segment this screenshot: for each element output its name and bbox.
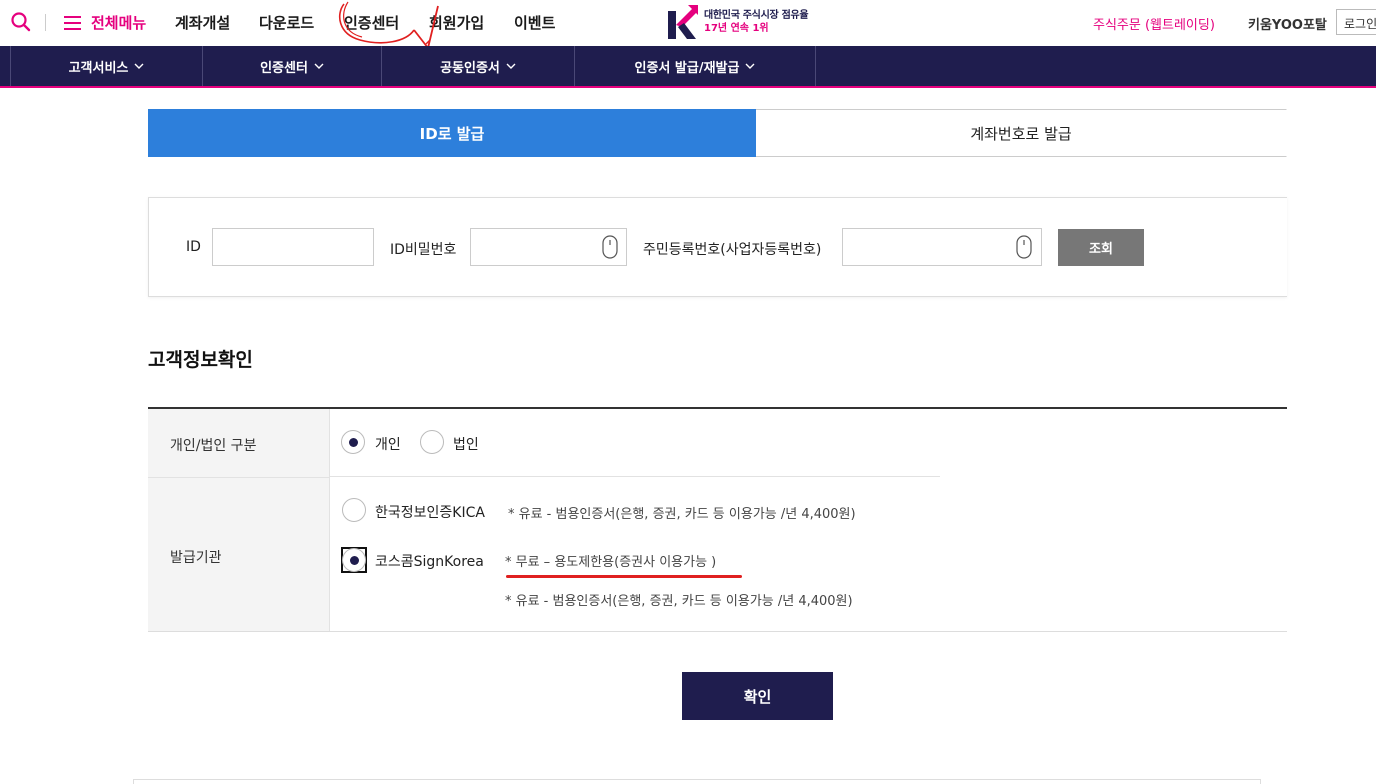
all-menu-button[interactable]: 전체메뉴: [64, 12, 146, 33]
login-button[interactable]: 로그인: [1336, 9, 1376, 35]
radio-signkorea-label[interactable]: 코스콤SignKorea: [375, 551, 484, 571]
lookup-button[interactable]: 조회: [1058, 229, 1144, 266]
top-header: 전체메뉴 계좌개설 다운로드 인증센터 회원가입 이벤트 대한민국 주식시장 점…: [0, 0, 1376, 46]
red-annotation-underline: [506, 575, 742, 578]
nav-label: 인증서 발급/재발급: [634, 60, 740, 76]
hamburger-icon: [64, 15, 81, 30]
gnb-download[interactable]: 다운로드: [259, 12, 314, 33]
nav-cert-issue[interactable]: 인증서 발급/재발급: [574, 46, 816, 86]
table-bottom-border: [148, 631, 1287, 632]
k-logo-icon: [668, 5, 698, 39]
virtual-keyboard-mouse-icon[interactable]: [1016, 235, 1032, 259]
row-header-type: 개인/법인 구분: [148, 409, 330, 477]
nav-cert-center[interactable]: 인증센터: [202, 46, 381, 86]
row-divider: [330, 476, 940, 477]
tab-issue-by-account[interactable]: 계좌번호로 발급: [756, 109, 1287, 157]
type-label: 개인/법인 구분: [170, 438, 257, 454]
sub-navigation: 고객서비스 인증센터 공동인증서 인증서 발급/재발급: [0, 46, 1376, 88]
logo-tagline: 대한민국 주식시장 점유율: [704, 10, 809, 21]
confirm-button[interactable]: 확인: [682, 672, 833, 720]
radio-individual[interactable]: [341, 430, 365, 454]
radio-kica[interactable]: [342, 498, 366, 522]
radio-signkorea[interactable]: [342, 548, 366, 572]
radio-corporate-label[interactable]: 법인: [453, 434, 479, 454]
chevron-down-icon: [506, 63, 516, 69]
tab-issue-by-id[interactable]: ID로 발급: [148, 109, 756, 157]
kica-note: * 유료 - 범용인증서(은행, 증권, 카드 등 이용가능 /년 4,400원…: [508, 507, 856, 522]
rrn-label: 주민등록번호(사업자등록번호): [643, 242, 822, 258]
row-header-issuer: 발급기관: [148, 477, 330, 631]
portal-link[interactable]: 키움YOO포탈: [1248, 14, 1327, 33]
search-icon[interactable]: [10, 11, 32, 33]
nav-customer-service[interactable]: 고객서비스: [10, 46, 202, 86]
id-label: ID: [186, 239, 201, 255]
section-title: 고객정보확인: [148, 349, 253, 371]
radio-individual-label[interactable]: 개인: [375, 434, 401, 454]
all-menu-label: 전체메뉴: [91, 14, 147, 32]
radio-corporate[interactable]: [420, 430, 444, 454]
signkorea-free-note: * 무료 – 용도제한용(증권사 이용가능 ): [505, 555, 717, 570]
radio-kica-label[interactable]: 한국정보인증KICA: [375, 502, 485, 522]
nav-joint-cert[interactable]: 공동인증서: [381, 46, 574, 86]
gnb-event[interactable]: 이벤트: [514, 12, 555, 33]
rrn-input[interactable]: [842, 228, 1042, 266]
nav-label: 인증센터: [260, 60, 308, 76]
gnb-signup[interactable]: 회원가입: [429, 12, 484, 33]
divider: [45, 14, 46, 31]
gnb-account-open[interactable]: 계좌개설: [175, 12, 230, 33]
virtual-keyboard-mouse-icon[interactable]: [602, 235, 618, 259]
nav-label: 공동인증서: [440, 60, 500, 76]
chevron-down-icon: [314, 63, 324, 69]
nav-label: 고객서비스: [68, 60, 129, 76]
signkorea-paid-note: * 유료 - 범용인증서(은행, 증권, 카드 등 이용가능 /년 4,400원…: [505, 594, 853, 609]
gnb-cert-center[interactable]: 인증센터: [344, 12, 399, 33]
chevron-down-icon: [745, 63, 755, 69]
kiwoom-logo[interactable]: 대한민국 주식시장 점유율 17년 연속 1위: [666, 3, 809, 41]
stock-order-link[interactable]: 주식주문 (웹트레이딩): [1093, 14, 1215, 33]
issuer-label: 발급기관: [170, 550, 222, 566]
chevron-down-icon: [134, 63, 144, 69]
id-input[interactable]: [212, 228, 374, 266]
bottom-panel: [133, 779, 1261, 784]
password-label: ID비밀번호: [390, 242, 457, 258]
logo-subtagline: 17년 연속 1위: [704, 23, 769, 34]
